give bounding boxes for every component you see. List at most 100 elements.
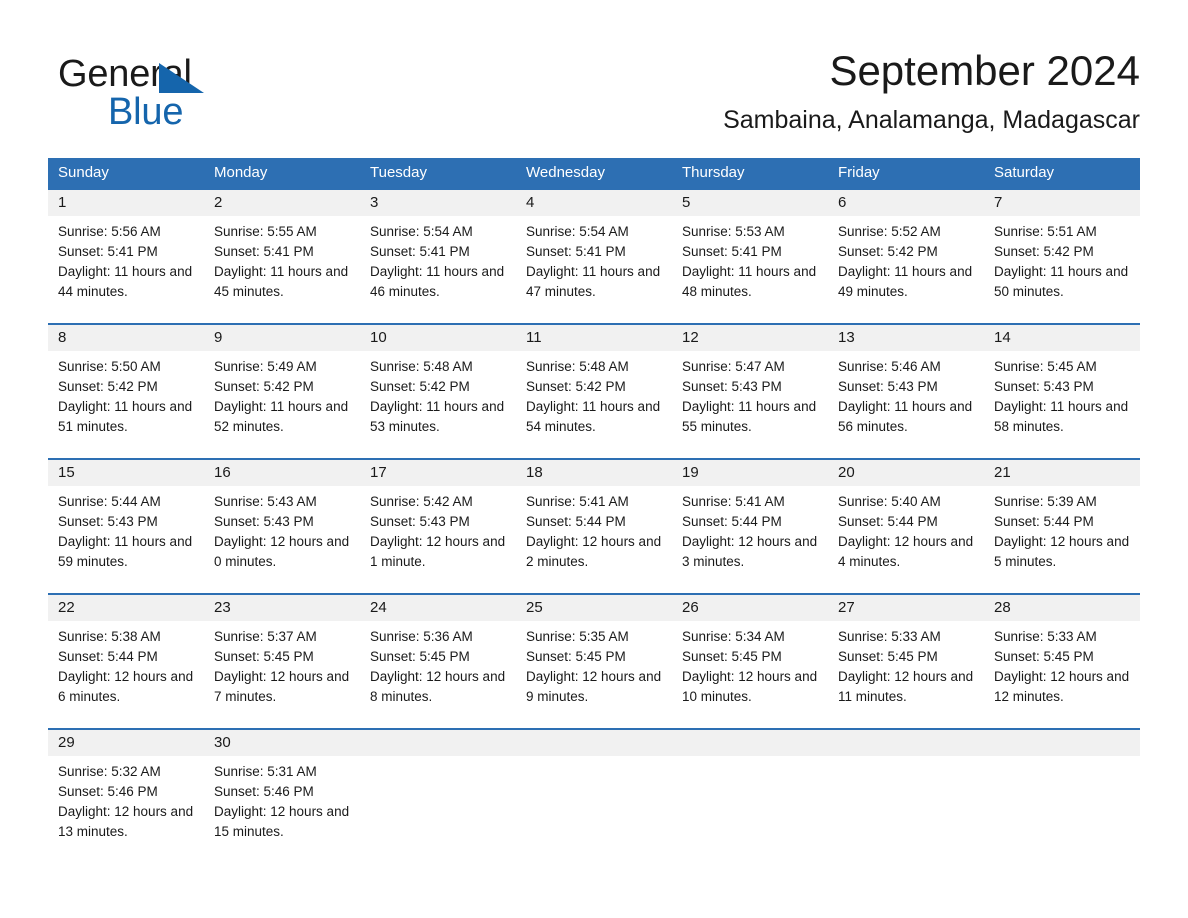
day-details — [984, 756, 1140, 762]
day-details: Sunrise: 5:48 AM Sunset: 5:42 PM Dayligh… — [360, 351, 516, 437]
day-cell[interactable]: 21 Sunrise: 5:39 AM Sunset: 5:44 PM Dayl… — [984, 460, 1140, 593]
day-number: 26 — [672, 595, 828, 621]
day-cell[interactable]: 1 Sunrise: 5:56 AM Sunset: 5:41 PM Dayli… — [48, 190, 204, 323]
day-cell[interactable]: 6 Sunrise: 5:52 AM Sunset: 5:42 PM Dayli… — [828, 190, 984, 323]
day-number: 25 — [516, 595, 672, 621]
day-cell[interactable]: 3 Sunrise: 5:54 AM Sunset: 5:41 PM Dayli… — [360, 190, 516, 323]
sunset-text: Sunset: 5:43 PM — [370, 514, 470, 529]
sunset-text: Sunset: 5:43 PM — [838, 379, 938, 394]
day-cell[interactable]: 9 Sunrise: 5:49 AM Sunset: 5:42 PM Dayli… — [204, 325, 360, 458]
day-number: 30 — [204, 730, 360, 756]
day-cell[interactable]: 19 Sunrise: 5:41 AM Sunset: 5:44 PM Dayl… — [672, 460, 828, 593]
weekday-header-saturday: Saturday — [994, 164, 1055, 181]
daylight-text: Daylight: 11 hours and 45 minutes. — [214, 264, 349, 299]
day-details: Sunrise: 5:45 AM Sunset: 5:43 PM Dayligh… — [984, 351, 1140, 437]
day-number: 16 — [204, 460, 360, 486]
sunset-text: Sunset: 5:46 PM — [214, 784, 314, 799]
day-cell[interactable]: 22 Sunrise: 5:38 AM Sunset: 5:44 PM Dayl… — [48, 595, 204, 728]
sunrise-text: Sunrise: 5:37 AM — [214, 629, 317, 644]
general-blue-logo[interactable]: General Blue — [58, 52, 358, 138]
day-cell[interactable]: 17 Sunrise: 5:42 AM Sunset: 5:43 PM Dayl… — [360, 460, 516, 593]
day-cell[interactable]: 27 Sunrise: 5:33 AM Sunset: 5:45 PM Dayl… — [828, 595, 984, 728]
day-cell[interactable]: 8 Sunrise: 5:50 AM Sunset: 5:42 PM Dayli… — [48, 325, 204, 458]
day-details: Sunrise: 5:50 AM Sunset: 5:42 PM Dayligh… — [48, 351, 204, 437]
day-details: Sunrise: 5:42 AM Sunset: 5:43 PM Dayligh… — [360, 486, 516, 572]
day-number: 17 — [360, 460, 516, 486]
day-cell[interactable]: 7 Sunrise: 5:51 AM Sunset: 5:42 PM Dayli… — [984, 190, 1140, 323]
day-number: 2 — [204, 190, 360, 216]
day-cell[interactable]: 11 Sunrise: 5:48 AM Sunset: 5:42 PM Dayl… — [516, 325, 672, 458]
sunset-text: Sunset: 5:42 PM — [838, 244, 938, 259]
daylight-text: Daylight: 11 hours and 58 minutes. — [994, 399, 1129, 434]
daylight-text: Daylight: 12 hours and 0 minutes. — [214, 534, 350, 569]
day-cell-empty — [984, 730, 1140, 863]
day-cell[interactable]: 5 Sunrise: 5:53 AM Sunset: 5:41 PM Dayli… — [672, 190, 828, 323]
daylight-text: Daylight: 11 hours and 55 minutes. — [682, 399, 817, 434]
sunset-text: Sunset: 5:44 PM — [838, 514, 938, 529]
sunset-text: Sunset: 5:43 PM — [214, 514, 314, 529]
day-cell[interactable]: 23 Sunrise: 5:37 AM Sunset: 5:45 PM Dayl… — [204, 595, 360, 728]
day-number: 13 — [828, 325, 984, 351]
day-cell[interactable]: 15 Sunrise: 5:44 AM Sunset: 5:43 PM Dayl… — [48, 460, 204, 593]
sunset-text: Sunset: 5:42 PM — [526, 379, 626, 394]
day-details: Sunrise: 5:47 AM Sunset: 5:43 PM Dayligh… — [672, 351, 828, 437]
sunrise-text: Sunrise: 5:56 AM — [58, 224, 161, 239]
day-cell[interactable]: 2 Sunrise: 5:55 AM Sunset: 5:41 PM Dayli… — [204, 190, 360, 323]
day-cell[interactable]: 12 Sunrise: 5:47 AM Sunset: 5:43 PM Dayl… — [672, 325, 828, 458]
day-cell[interactable]: 4 Sunrise: 5:54 AM Sunset: 5:41 PM Dayli… — [516, 190, 672, 323]
sunrise-text: Sunrise: 5:35 AM — [526, 629, 629, 644]
weekday-header-sunday: Sunday — [58, 164, 109, 181]
day-details: Sunrise: 5:55 AM Sunset: 5:41 PM Dayligh… — [204, 216, 360, 302]
sunset-text: Sunset: 5:45 PM — [682, 649, 782, 664]
day-cell[interactable]: 29 Sunrise: 5:32 AM Sunset: 5:46 PM Dayl… — [48, 730, 204, 863]
day-details: Sunrise: 5:51 AM Sunset: 5:42 PM Dayligh… — [984, 216, 1140, 302]
day-cell[interactable]: 24 Sunrise: 5:36 AM Sunset: 5:45 PM Dayl… — [360, 595, 516, 728]
day-number — [516, 730, 672, 756]
daylight-text: Daylight: 12 hours and 9 minutes. — [526, 669, 662, 704]
day-details: Sunrise: 5:44 AM Sunset: 5:43 PM Dayligh… — [48, 486, 204, 572]
sunrise-text: Sunrise: 5:38 AM — [58, 629, 161, 644]
daylight-text: Daylight: 11 hours and 51 minutes. — [58, 399, 193, 434]
week-row: 15 Sunrise: 5:44 AM Sunset: 5:43 PM Dayl… — [48, 458, 1140, 593]
day-cell[interactable]: 30 Sunrise: 5:31 AM Sunset: 5:46 PM Dayl… — [204, 730, 360, 863]
sunrise-text: Sunrise: 5:49 AM — [214, 359, 317, 374]
day-number: 8 — [48, 325, 204, 351]
day-cell[interactable]: 16 Sunrise: 5:43 AM Sunset: 5:43 PM Dayl… — [204, 460, 360, 593]
day-cell[interactable]: 14 Sunrise: 5:45 AM Sunset: 5:43 PM Dayl… — [984, 325, 1140, 458]
daylight-text: Daylight: 11 hours and 46 minutes. — [370, 264, 505, 299]
day-details: Sunrise: 5:40 AM Sunset: 5:44 PM Dayligh… — [828, 486, 984, 572]
day-cell[interactable]: 28 Sunrise: 5:33 AM Sunset: 5:45 PM Dayl… — [984, 595, 1140, 728]
week-row: 1 Sunrise: 5:56 AM Sunset: 5:41 PM Dayli… — [48, 188, 1140, 323]
page-title: September 2024 — [829, 47, 1140, 94]
weekday-header-monday: Monday — [214, 164, 268, 181]
calendar-page: General Blue September 2024 Sambaina, An… — [0, 0, 1188, 918]
daylight-text: Daylight: 11 hours and 56 minutes. — [838, 399, 973, 434]
day-cell[interactable]: 18 Sunrise: 5:41 AM Sunset: 5:44 PM Dayl… — [516, 460, 672, 593]
day-details: Sunrise: 5:38 AM Sunset: 5:44 PM Dayligh… — [48, 621, 204, 707]
sunrise-text: Sunrise: 5:41 AM — [526, 494, 629, 509]
day-details — [360, 756, 516, 762]
masthead: General Blue September 2024 Sambaina, An… — [48, 44, 1140, 148]
day-number — [984, 730, 1140, 756]
logo-triangle-icon — [159, 63, 204, 93]
day-number: 15 — [48, 460, 204, 486]
daylight-text: Daylight: 11 hours and 59 minutes. — [58, 534, 193, 569]
day-cell[interactable]: 25 Sunrise: 5:35 AM Sunset: 5:45 PM Dayl… — [516, 595, 672, 728]
week-row: 29 Sunrise: 5:32 AM Sunset: 5:46 PM Dayl… — [48, 728, 1140, 863]
day-details: Sunrise: 5:48 AM Sunset: 5:42 PM Dayligh… — [516, 351, 672, 437]
day-number: 22 — [48, 595, 204, 621]
day-details: Sunrise: 5:46 AM Sunset: 5:43 PM Dayligh… — [828, 351, 984, 437]
sunrise-text: Sunrise: 5:33 AM — [994, 629, 1097, 644]
weekday-header-wednesday: Wednesday — [526, 164, 605, 181]
sunrise-text: Sunrise: 5:33 AM — [838, 629, 941, 644]
sunrise-text: Sunrise: 5:41 AM — [682, 494, 785, 509]
sunrise-text: Sunrise: 5:48 AM — [526, 359, 629, 374]
weekday-header-friday: Friday — [838, 164, 880, 181]
day-cell[interactable]: 20 Sunrise: 5:40 AM Sunset: 5:44 PM Dayl… — [828, 460, 984, 593]
day-cell[interactable]: 10 Sunrise: 5:48 AM Sunset: 5:42 PM Dayl… — [360, 325, 516, 458]
sunset-text: Sunset: 5:45 PM — [994, 649, 1094, 664]
day-details: Sunrise: 5:41 AM Sunset: 5:44 PM Dayligh… — [672, 486, 828, 572]
day-cell[interactable]: 26 Sunrise: 5:34 AM Sunset: 5:45 PM Dayl… — [672, 595, 828, 728]
day-cell[interactable]: 13 Sunrise: 5:46 AM Sunset: 5:43 PM Dayl… — [828, 325, 984, 458]
day-details — [828, 756, 984, 762]
